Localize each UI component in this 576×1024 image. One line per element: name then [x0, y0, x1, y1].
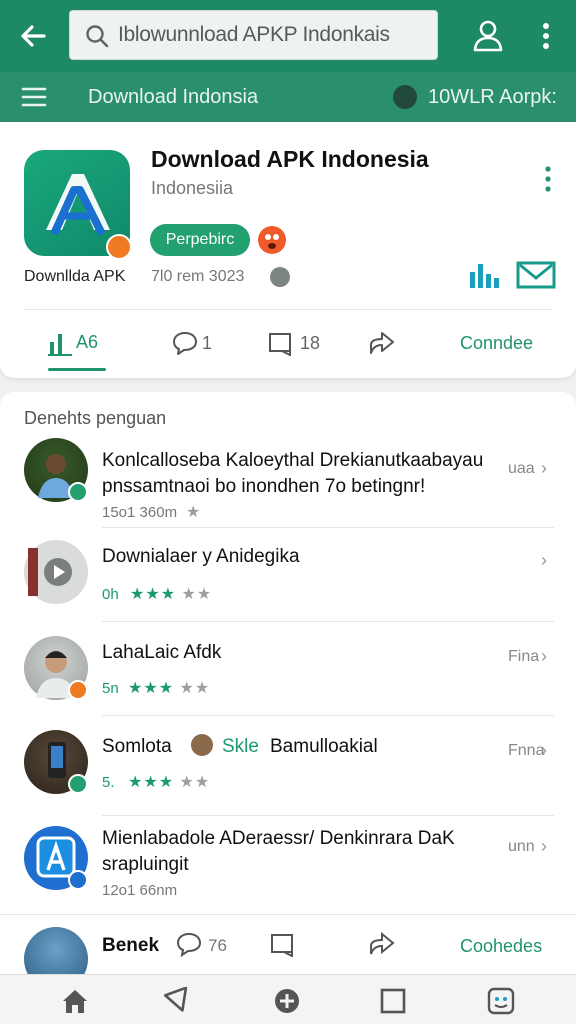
section-title: Denehts penguan: [24, 408, 167, 428]
connect-button[interactable]: Coohedes: [460, 936, 542, 957]
bar-chart-icon: [48, 334, 72, 356]
saves-count: 18: [300, 333, 321, 353]
avatar: [24, 636, 88, 700]
bookmark-icon[interactable]: [270, 931, 296, 962]
recent-apps-icon[interactable]: [378, 987, 408, 1015]
avatar: [24, 540, 88, 604]
mini-avatar: [191, 734, 213, 756]
stats-chart-icon[interactable]: [468, 260, 504, 288]
item-title: Somlota: [102, 736, 172, 757]
likes-count: A6: [76, 332, 99, 352]
app-subtitle: Indonesiia: [151, 178, 234, 198]
release-date: 7l0 rem 3023: [151, 268, 245, 285]
item-meta: 0h: [102, 586, 119, 603]
share-action[interactable]: [368, 330, 398, 360]
list-item[interactable]: Konlcalloseba Kaloeythal Drekianutkaabay…: [0, 432, 576, 528]
comments-count: 76: [208, 936, 227, 955]
search-icon: [84, 23, 110, 49]
item-title: LahaLaic Afdk: [102, 642, 222, 663]
share-icon: [370, 332, 394, 354]
item-meta: 5.: [102, 774, 115, 791]
list-item[interactable]: LahaLaic Afdk 5n ★★★ ★★ Fina ›: [0, 622, 576, 716]
verified-badge-icon: [68, 482, 88, 502]
rating-stars: ★★★ ★★: [128, 774, 211, 791]
category-title: Download Indonsia: [88, 86, 259, 108]
category-pill[interactable]: Perpebirc: [150, 224, 250, 256]
more-options-icon[interactable]: [532, 18, 560, 54]
assistant-icon[interactable]: [486, 987, 516, 1015]
card-more-icon[interactable]: [538, 164, 558, 194]
star-icon: ★: [186, 504, 202, 521]
bookmark-icon: [269, 333, 291, 356]
item-title: Mienlabadole ADeraessr/ Denkinrara DaK: [102, 828, 455, 849]
category-bar: Download Indonsia 10WLR Aorpk:: [0, 72, 576, 122]
avatar: [24, 826, 88, 890]
status-dot-icon: [393, 85, 417, 109]
mail-icon[interactable]: [516, 260, 556, 290]
developer-name: Downllda APK: [24, 268, 126, 285]
comment-icon: [176, 932, 202, 958]
app-logo-icon: [24, 150, 132, 260]
category-right-label[interactable]: 10WLR Aorpk:: [428, 86, 557, 109]
item-subtitle: srapluingit: [102, 854, 189, 875]
item-title-rest: Bamulloakial: [270, 736, 378, 757]
item-meta: 5n: [102, 680, 119, 697]
search-input[interactable]: Iblowunnload APKP Indonkais: [69, 10, 438, 60]
search-query-text: Iblowunnload APKP Indonkais: [118, 23, 390, 46]
item-title: Benek: [102, 935, 160, 956]
item-title: Konlcalloseba Kaloeythal Drekianutkaabay…: [102, 450, 484, 471]
list-item[interactable]: Somlota Skle Bamulloakial 5. ★★★ ★★ Fnna…: [0, 716, 576, 816]
list-item[interactable]: Mienlabadole ADeraessr/ Denkinrara DaK s…: [0, 816, 576, 914]
top-toolbar: Iblowunnload APKP Indonkais: [0, 0, 576, 72]
system-nav-bar: [0, 974, 576, 1024]
avatar: [24, 438, 88, 502]
globe-icon: [270, 267, 290, 287]
share-icon[interactable]: [368, 931, 396, 962]
app-title: Download APK Indonesia: [151, 146, 429, 172]
divider: [24, 309, 552, 310]
connect-button[interactable]: Conndee: [460, 333, 533, 363]
home-icon[interactable]: [60, 987, 90, 1015]
avatar: [24, 730, 88, 794]
chevron-right-icon: ›: [541, 740, 547, 760]
rating-stars: ★★★ ★★: [128, 680, 211, 697]
item-right-label: Fnna: [508, 742, 545, 759]
item-right-label: unn: [508, 838, 535, 855]
hamburger-menu-icon[interactable]: [20, 85, 48, 109]
comments-count: 1: [202, 333, 213, 353]
comments-action[interactable]: [176, 931, 202, 962]
back-arrow-icon[interactable]: [14, 16, 54, 56]
app-header-card: Download APK Indonesia Indonesiia Perpeb…: [0, 122, 576, 378]
item-right-label: Fina: [508, 648, 540, 665]
item-title-highlight: Skle: [222, 736, 259, 757]
chevron-right-icon: ›: [541, 550, 547, 570]
rating-stars: ★★★ ★★: [130, 586, 213, 603]
chevron-right-icon: ›: [541, 836, 547, 856]
item-meta: 12o1 66nm: [102, 882, 178, 899]
chevron-right-icon: ›: [541, 458, 547, 478]
comment-icon: [173, 332, 197, 355]
app-badge-icon: [106, 234, 132, 260]
reaction-emoji-icon: [258, 226, 286, 254]
item-right-label: uaa: [508, 460, 535, 477]
sticky-action-row: Benek 76 Coohedes: [0, 914, 576, 991]
account-icon[interactable]: [470, 16, 506, 56]
item-meta: 15o1 360m: [102, 504, 178, 521]
list-item[interactable]: Downialaer y Anidegika 0h ★★★ ★★ ›: [0, 528, 576, 622]
verified-badge-icon: [68, 774, 88, 794]
active-tab-indicator: [48, 368, 106, 371]
badge-icon: [68, 680, 88, 700]
add-circle-icon[interactable]: [272, 987, 302, 1015]
back-triangle-icon[interactable]: [163, 986, 194, 1015]
badge-icon: [68, 870, 88, 890]
chevron-right-icon: ›: [541, 646, 547, 666]
item-title: Downialaer y Anidegika: [102, 546, 300, 567]
item-subtitle: pnssamtnaoi bo inondhen 7o betingnr!: [102, 476, 426, 497]
review-list: Denehts penguan Konlcalloseba Kaloeythal…: [0, 392, 576, 982]
